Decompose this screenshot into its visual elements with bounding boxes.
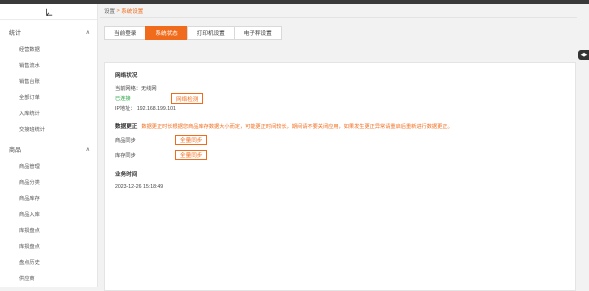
tab-scale-settings[interactable]: 电子秤设置 <box>233 26 282 40</box>
current-network-text: 当前网络：无线网 <box>115 86 157 92</box>
chevron-up-icon: ∧ <box>85 29 90 36</box>
business-time-value: 2023-12-26 15:18:49 <box>115 184 164 190</box>
breadcrumb: 设置 > 系统设置 <box>100 4 577 18</box>
tab-current-login[interactable]: 当前登录 <box>104 26 147 40</box>
sync-section-title: 数据更正 <box>115 124 138 130</box>
sync-warning: 数据更正时长根据您商品库存数据大小而定，可能更正时间较长，期间请不要关闭应用，如… <box>141 123 453 130</box>
sidebar-group-label: 统计 <box>9 30 22 37</box>
network-section-title: 网络状况 <box>115 73 138 79</box>
current-network-row: 当前网络：无线网 <box>115 85 565 92</box>
sidebar-item[interactable]: 商品分类 <box>0 174 97 190</box>
breadcrumb-parent[interactable]: 设置 <box>104 7 115 15</box>
stock-full-sync-button[interactable]: 全量同步 <box>175 150 208 160</box>
sidebar-item[interactable]: 入库统计 <box>0 105 97 121</box>
sidebar-item[interactable]: 经营数据 <box>0 41 97 57</box>
sidebar-item[interactable]: 商品管理 <box>0 158 97 174</box>
system-status-panel: 网络状况 当前网络：无线网 已连接 网络检测 IP地址： 192.168.199… <box>104 62 576 291</box>
collapse-sidebar-button[interactable] <box>0 4 97 20</box>
network-check-button[interactable]: 网络检测 <box>171 93 204 104</box>
sidebar: 统计 ∧ 经营数据 销售流水 销售台账 全部订单 入库统计 交接班统计 商品 ∧… <box>0 4 98 287</box>
sidebar-item[interactable]: 库损盘点 <box>0 238 97 254</box>
product-full-sync-button[interactable]: 全量同步 <box>175 135 208 145</box>
sidebar-item[interactable]: 商品库存 <box>0 190 97 206</box>
sidebar-item[interactable]: 销售台账 <box>0 73 97 89</box>
double-arrow-icon: ◀▶ <box>580 52 588 58</box>
sidebar-item[interactable]: 交接班统计 <box>0 121 97 137</box>
sidebar-item[interactable]: 商品入库 <box>0 206 97 222</box>
sidebar-item[interactable]: 库损盘点 <box>0 222 97 238</box>
sidebar-item[interactable]: 全部订单 <box>0 89 97 105</box>
ip-address: IP地址： 192.168.199.101 <box>115 106 176 112</box>
sidebar-group-label: 商品 <box>9 147 22 154</box>
expand-panel-handle[interactable]: ◀▶ <box>578 50 589 60</box>
collapse-icon <box>45 8 52 16</box>
connection-status: 已连接 <box>115 96 131 102</box>
sidebar-item[interactable]: 盘点历史 <box>0 254 97 270</box>
product-sync-label: 商品同步 <box>115 137 136 144</box>
sidebar-item[interactable]: 供应商 <box>0 270 97 286</box>
settings-tabs: 当前登录 系统状态 打印机设置 电子秤设置 <box>104 26 282 40</box>
breadcrumb-current: 系统设置 <box>121 8 144 15</box>
sidebar-group-statistics[interactable]: 统计 ∧ <box>0 23 97 41</box>
tab-printer-settings[interactable]: 打印机设置 <box>186 26 235 40</box>
stock-sync-label: 库存同步 <box>115 152 136 159</box>
business-time-title: 业务时间 <box>115 172 138 178</box>
main-content: 设置 > 系统设置 当前登录 系统状态 打印机设置 电子秤设置 网络状况 当前网… <box>100 4 577 291</box>
chevron-up-icon: ∧ <box>85 146 90 153</box>
sidebar-item[interactable]: 销售流水 <box>0 57 97 73</box>
sidebar-group-products[interactable]: 商品 ∧ <box>0 140 97 158</box>
tab-system-status[interactable]: 系统状态 <box>145 26 188 40</box>
